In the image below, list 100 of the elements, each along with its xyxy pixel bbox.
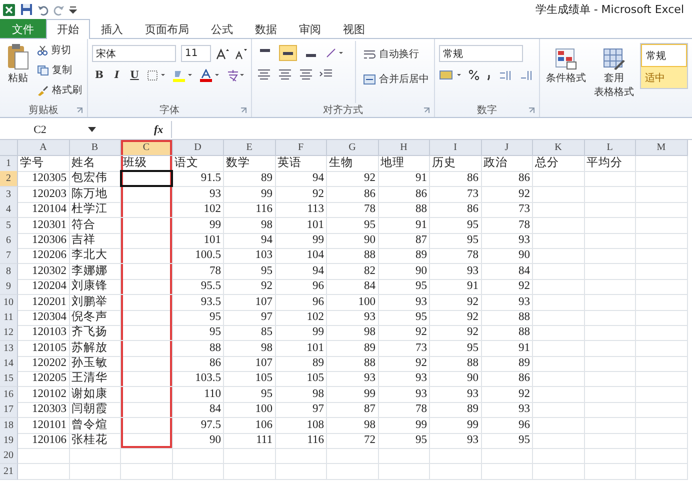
table-cell[interactable]: 平均分 (584, 156, 636, 172)
table-cell[interactable]: 120102 (18, 386, 70, 403)
table-cell[interactable]: 92 (378, 356, 430, 372)
table-cell[interactable]: 73 (430, 186, 482, 203)
table-cell[interactable]: 93 (327, 371, 378, 388)
row-header[interactable]: 13 (0, 340, 18, 357)
table-cell[interactable]: 92 (224, 279, 276, 296)
table-cell[interactable]: 93 (430, 264, 482, 280)
table-cell[interactable]: 103.5 (172, 371, 224, 388)
table-cell[interactable]: 吉祥 (70, 232, 121, 249)
table-cell[interactable]: 生物 (327, 156, 378, 172)
horizontal-align-icon[interactable] (298, 68, 314, 80)
table-cell[interactable]: 92 (482, 386, 533, 403)
table-cell[interactable]: 95 (482, 433, 533, 450)
column-header[interactable]: K (533, 140, 584, 156)
table-cell[interactable]: 95 (172, 325, 224, 342)
table-cell[interactable]: 学号 (18, 156, 70, 172)
table-cell[interactable]: 108 (276, 418, 327, 434)
table-cell[interactable]: 95 (430, 340, 482, 357)
font-name-field[interactable]: 宋体 (92, 45, 176, 62)
file-tab[interactable]: 文件 (0, 19, 46, 38)
row-header[interactable]: 16 (0, 386, 18, 403)
table-cell[interactable]: 84 (172, 402, 224, 418)
grow-font-icon[interactable] (216, 48, 229, 60)
shrink-font-icon[interactable] (234, 48, 247, 60)
table-cell[interactable]: 符合 (70, 218, 121, 234)
row-header[interactable]: 14 (0, 356, 18, 372)
row-header[interactable]: 11 (0, 310, 18, 326)
table-cell[interactable]: 120302 (18, 264, 70, 280)
table-cell[interactable]: 95 (327, 218, 378, 234)
table-cell[interactable]: 92 (482, 186, 533, 203)
table-cell[interactable]: 111 (224, 433, 276, 450)
row-header[interactable]: 2 (0, 171, 18, 188)
table-cell[interactable]: 107 (224, 356, 276, 372)
table-cell[interactable]: 73 (482, 202, 533, 218)
table-cell[interactable]: 95 (430, 218, 482, 234)
column-header[interactable]: M (636, 140, 688, 156)
table-cell[interactable]: 93 (430, 386, 482, 403)
table-cell[interactable]: 89 (276, 356, 327, 372)
column-header[interactable]: B (70, 140, 121, 156)
table-cell[interactable]: 95 (378, 433, 430, 450)
table-cell[interactable]: 王清华 (70, 371, 121, 388)
number-format-field[interactable]: 常规 (439, 45, 523, 62)
table-cell[interactable]: 106 (224, 418, 276, 434)
table-cell[interactable]: 90 (378, 264, 430, 280)
table-cell[interactable]: 78 (430, 248, 482, 264)
table-cell[interactable]: 91 (482, 340, 533, 357)
table-cell[interactable]: 倪冬声 (70, 310, 121, 326)
table-cell[interactable]: 94 (276, 264, 327, 280)
table-cell[interactable]: 120203 (18, 186, 70, 203)
table-cell[interactable]: 曾令煊 (70, 418, 121, 434)
table-cell[interactable]: 93 (327, 310, 378, 326)
column-header[interactable]: L (584, 140, 636, 156)
table-cell[interactable]: 99 (224, 186, 276, 203)
table-cell[interactable]: 98 (327, 325, 378, 342)
column-header[interactable]: J (482, 140, 533, 156)
column-header[interactable]: F (276, 140, 327, 156)
dialog-launcher-icon[interactable] (76, 106, 83, 114)
undo-icon[interactable] (37, 4, 49, 16)
table-cell[interactable]: 92 (430, 310, 482, 326)
ribbon-tab[interactable]: 视图 (332, 19, 376, 38)
table-cell[interactable]: 95 (378, 310, 430, 326)
table-cell[interactable]: 95 (378, 279, 430, 296)
table-cell[interactable]: 86 (430, 202, 482, 218)
row-header[interactable]: 8 (0, 264, 18, 280)
ribbon-tab[interactable]: 插入 (90, 19, 134, 38)
table-cell[interactable]: 91 (378, 171, 430, 188)
table-cell[interactable]: 语文 (172, 156, 224, 172)
row-header[interactable]: 15 (0, 371, 18, 388)
table-cell[interactable]: 82 (327, 264, 378, 280)
table-cell[interactable]: 94 (224, 232, 276, 249)
table-cell[interactable]: 93 (430, 433, 482, 450)
table-cell[interactable]: 总分 (533, 156, 584, 172)
table-cell[interactable]: 86 (378, 186, 430, 203)
column-header[interactable]: H (378, 140, 430, 156)
alignment-command[interactable]: 自动换行 (362, 45, 430, 63)
row-header[interactable]: 21 (0, 464, 18, 480)
row-header[interactable]: 1 (0, 156, 18, 172)
table-cell[interactable]: 99 (327, 386, 378, 403)
table-cell[interactable]: 95.5 (172, 279, 224, 296)
table-cell[interactable]: 105 (276, 371, 327, 388)
ribbon-tab[interactable]: 审阅 (288, 19, 332, 38)
table-cell[interactable]: 91.5 (172, 171, 224, 188)
table-cell[interactable]: 89 (482, 356, 533, 372)
table-cell[interactable]: 英语 (276, 156, 327, 172)
orientation-icon[interactable] (325, 47, 345, 59)
clipboard-command[interactable]: 剪切 (36, 41, 83, 59)
horizontal-align-icon[interactable] (277, 68, 293, 80)
table-cell[interactable]: 97.5 (172, 418, 224, 434)
table-cell[interactable]: 姓名 (70, 156, 121, 172)
row-header[interactable]: 7 (0, 248, 18, 264)
table-cell[interactable]: 120301 (18, 218, 70, 234)
dialog-launcher-icon[interactable] (240, 106, 247, 114)
table-cell[interactable]: 102 (172, 202, 224, 218)
table-cell[interactable]: 张桂花 (70, 433, 121, 450)
table-cell[interactable]: 78 (378, 402, 430, 418)
vertical-align-button[interactable] (279, 45, 297, 61)
table-cell[interactable]: 120205 (18, 371, 70, 388)
table-cell[interactable]: 刘鹏举 (70, 294, 121, 311)
name-box[interactable]: C2 (0, 124, 80, 136)
